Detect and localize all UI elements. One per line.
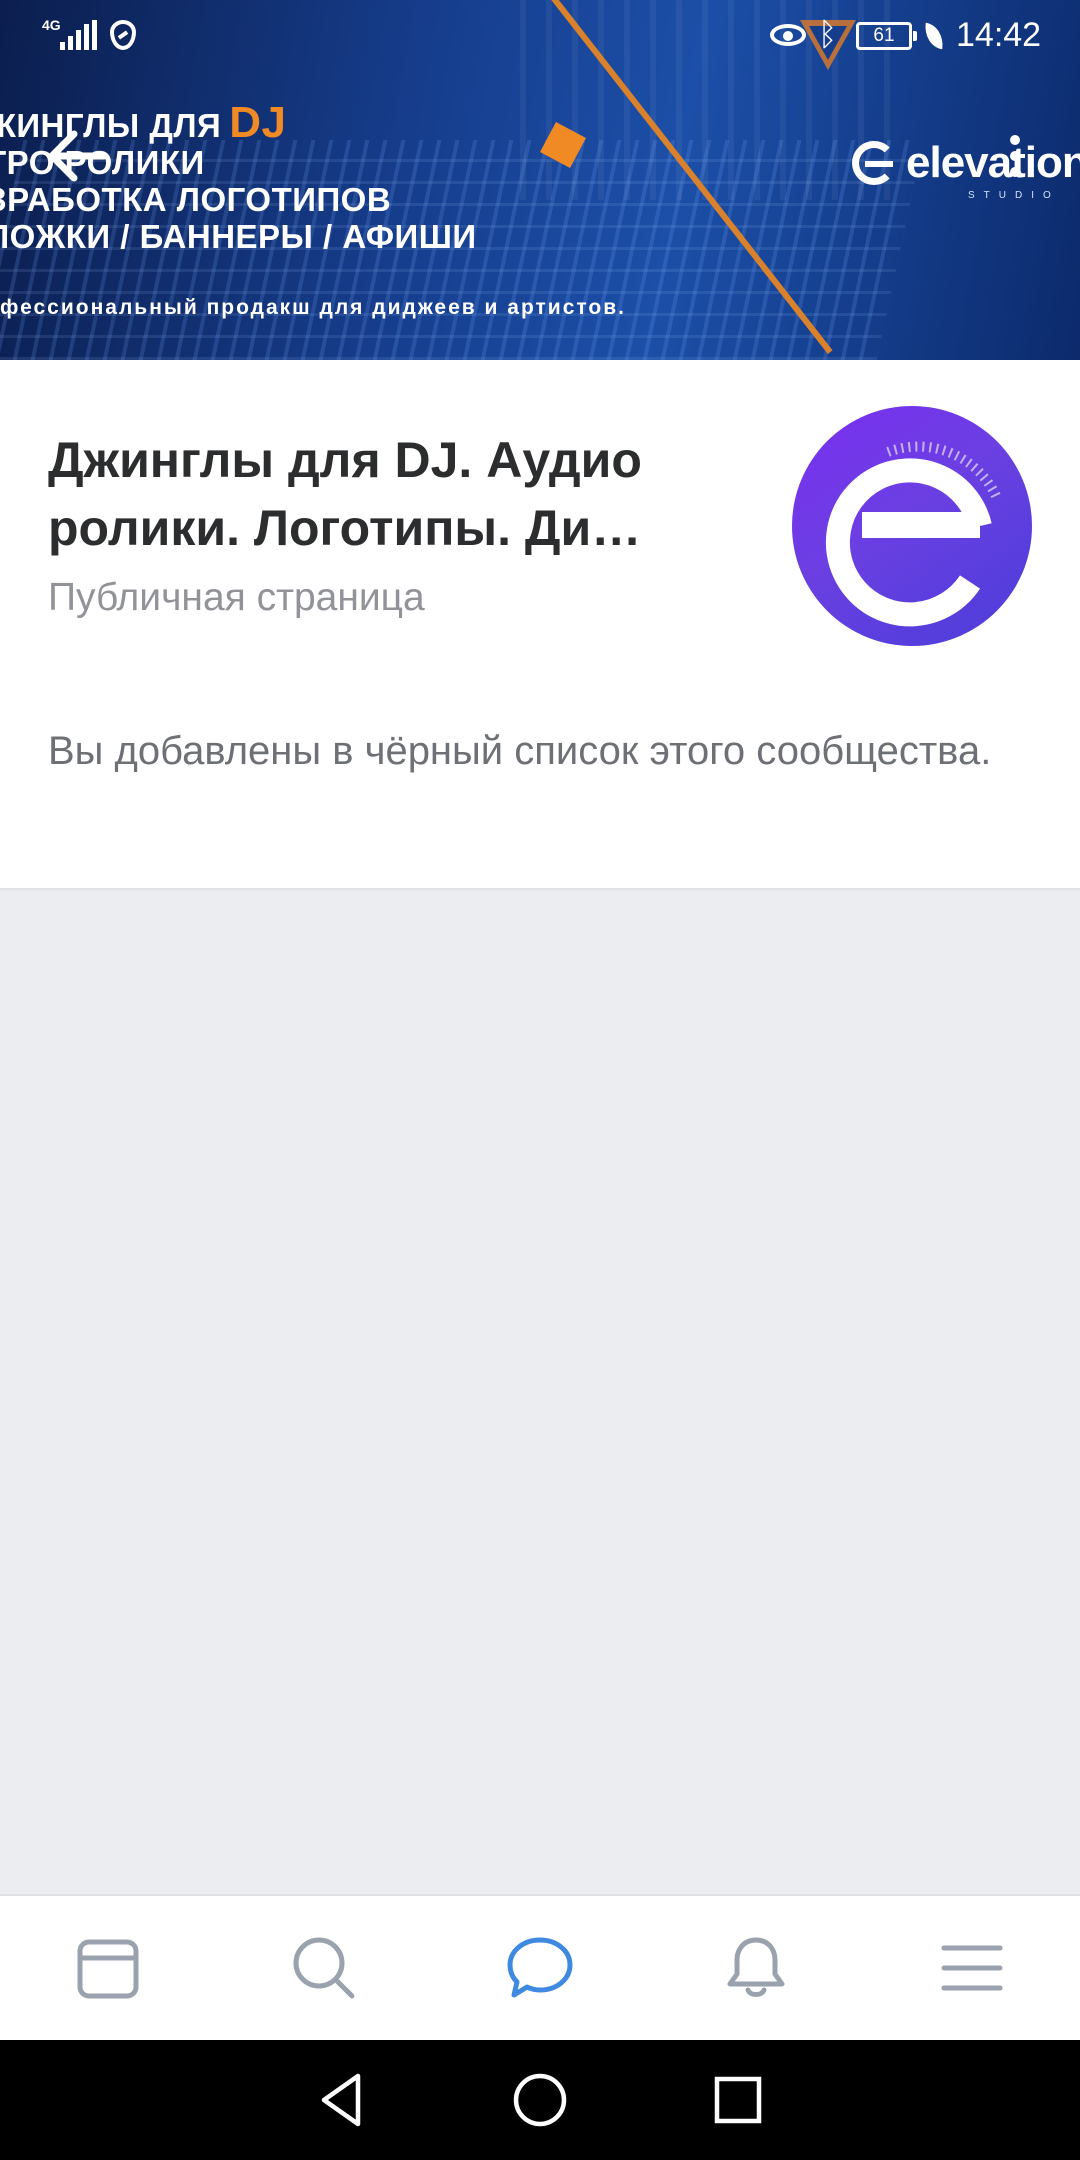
tab-search[interactable]	[216, 1896, 432, 2040]
more-dot-icon	[1010, 135, 1020, 145]
signal-strength-icon	[60, 20, 97, 50]
elevation-logo-text: elevation	[906, 138, 1080, 187]
hamburger-menu-icon	[941, 1945, 1003, 1991]
group-avatar[interactable]	[792, 406, 1032, 646]
status-time: 14:42	[956, 16, 1042, 54]
shield-icon	[110, 20, 136, 50]
status-bar: 4G ᛒ 61 14:42	[0, 0, 1080, 72]
bell-icon	[727, 1937, 785, 1997]
battery-level: 61	[873, 25, 895, 46]
eye-comfort-icon	[770, 24, 806, 46]
group-info-card: Джинглы для DJ. Аудио ролики. Логотипы. …	[0, 360, 1080, 888]
elevation-logo: elevation STUDIO	[852, 138, 1080, 201]
nav-back-triangle-icon[interactable]	[312, 2070, 372, 2130]
message-bubble-icon	[507, 1937, 573, 1998]
tab-menu[interactable]	[864, 1896, 1080, 2040]
cover-dj-text: DJ	[229, 98, 287, 147]
tab-notifications[interactable]	[648, 1896, 864, 2040]
cover-line-4: ЛОЖКИ / БАННЕРЫ / АФИШИ	[0, 218, 477, 255]
group-name: Джинглы для DJ. Аудио ролики. Логотипы. …	[48, 432, 642, 556]
blacklist-notice: Вы добавлены в чёрный список этого сообщ…	[48, 729, 992, 773]
back-button[interactable]	[44, 126, 110, 186]
elevation-logo-icon	[852, 141, 896, 185]
search-icon	[293, 1937, 355, 1999]
bottom-tab-bar	[0, 1894, 1080, 2040]
elevation-logo-subtext: STUDIO	[968, 190, 1060, 201]
cover-tagline: фессиональный продакш для диджеев и арти…	[0, 296, 626, 319]
tab-news[interactable]	[0, 1896, 216, 2040]
system-navigation-bar	[0, 2040, 1080, 2160]
news-feed-icon	[77, 1939, 139, 1999]
nav-recents-square-icon[interactable]	[708, 2070, 768, 2130]
tab-messages[interactable]	[432, 1896, 648, 2040]
more-options-button[interactable]	[1000, 124, 1030, 188]
bluetooth-icon: ᛒ	[818, 16, 838, 52]
elevation-avatar-icon	[825, 441, 1001, 627]
power-saving-leaf-icon	[922, 22, 946, 50]
nav-home-circle-icon[interactable]	[510, 2070, 570, 2130]
network-type: 4G	[42, 17, 61, 33]
cover-line-3: ЗРАБОТКА ЛОГОТИПОВ	[0, 181, 392, 218]
group-type: Публичная страница	[48, 576, 425, 619]
battery-icon: 61	[856, 22, 917, 50]
arrow-left-icon	[48, 130, 108, 182]
